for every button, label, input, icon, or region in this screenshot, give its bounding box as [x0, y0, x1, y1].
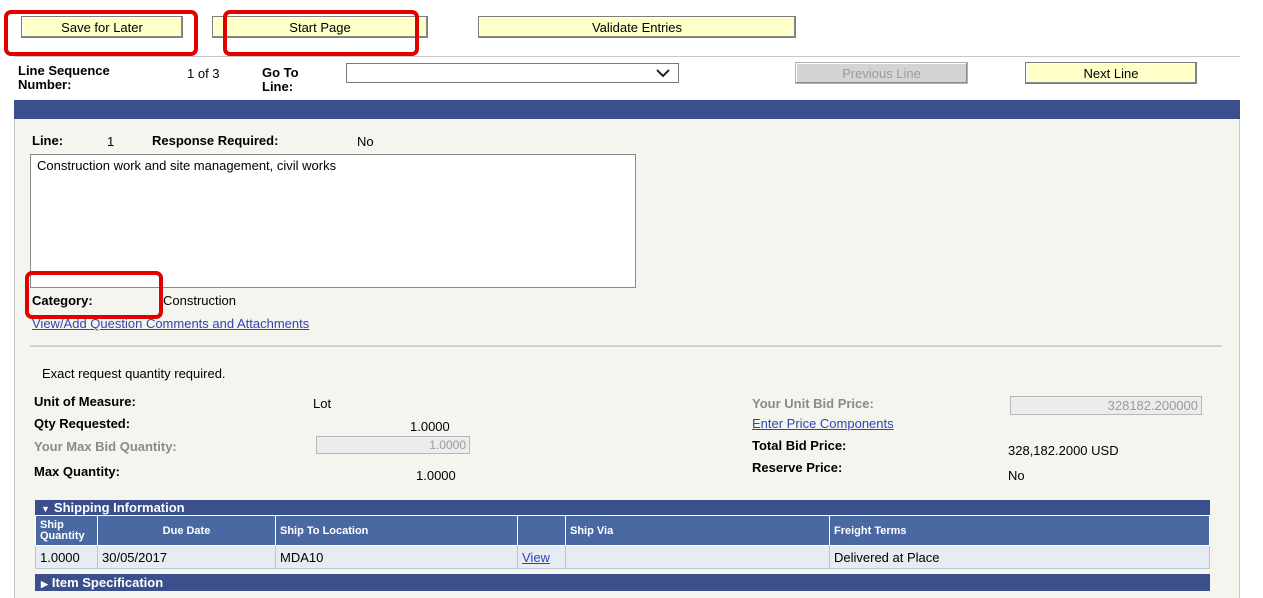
max-bid-quantity-input[interactable]: 1.0000	[316, 436, 470, 454]
goto-line-label: Go To Line:	[262, 65, 299, 94]
item-spec-title: Item Specification	[51, 575, 164, 590]
line-sequence-label: Line Sequence Number:	[18, 63, 110, 92]
response-required-value: No	[357, 134, 374, 149]
toolbar-divider	[14, 56, 1240, 57]
unit-bid-price-input[interactable]: 328182.200000	[1010, 396, 1202, 415]
item-spec-header[interactable]: ▶ Item Specification	[35, 574, 1210, 591]
freight-terms-cell: Delivered at Place	[829, 545, 1210, 569]
view-location-link[interactable]: View	[522, 550, 550, 565]
line-description-textarea[interactable]: Construction work and site management, c…	[30, 154, 636, 288]
column-header: Ship Via	[565, 515, 830, 546]
category-label: Category:	[32, 293, 93, 308]
table-row: 1.0000 30/05/2017 MDA10 View Delivered a…	[35, 545, 1210, 569]
line-header-bar	[14, 100, 1240, 119]
category-value: Construction	[163, 293, 236, 308]
shipping-table: Ship Quantity Due Date Ship To Location …	[35, 515, 1210, 569]
validate-entries-button[interactable]: Validate Entries	[478, 16, 796, 38]
goto-line-select[interactable]	[346, 63, 679, 83]
shipping-info-header[interactable]: ▼ Shipping Information	[35, 500, 1210, 515]
start-page-button[interactable]: Start Page	[212, 16, 428, 38]
enter-price-components-link[interactable]: Enter Price Components	[752, 416, 894, 431]
qty-requested-label: Qty Requested:	[34, 416, 131, 431]
ship-quantity-cell: 1.0000	[35, 545, 98, 569]
unit-bid-price-label: Your Unit Bid Price:	[752, 396, 874, 411]
response-required-label: Response Required:	[152, 133, 279, 148]
expand-triangle-icon: ▶	[41, 579, 48, 589]
total-bid-price-label: Total Bid Price:	[752, 438, 847, 453]
unit-of-measure-value: Lot	[313, 396, 332, 411]
line-label: Line:	[32, 133, 64, 148]
section-divider	[30, 345, 1222, 347]
chevron-down-icon	[656, 69, 670, 78]
column-header: Ship Quantity	[35, 515, 98, 546]
view-link-cell[interactable]: View	[517, 545, 566, 569]
ship-to-location-cell: MDA10	[275, 545, 518, 569]
max-quantity-value: 1.0000	[416, 468, 456, 483]
next-line-button[interactable]: Next Line	[1025, 62, 1197, 84]
column-header: Freight Terms	[829, 515, 1210, 546]
line-number: 1	[107, 134, 115, 149]
reserve-price-value: No	[1008, 468, 1025, 483]
total-bid-price-value: 328,182.2000 USD	[1008, 443, 1119, 458]
column-header: Ship To Location	[275, 515, 518, 546]
line-sequence-value: 1 of 3	[187, 66, 220, 81]
exact-quantity-note: Exact request quantity required.	[42, 366, 226, 381]
column-header: Due Date	[97, 515, 276, 546]
column-header	[517, 515, 566, 546]
max-quantity-label: Max Quantity:	[34, 464, 120, 479]
unit-of-measure-label: Unit of Measure:	[34, 394, 136, 409]
max-bid-quantity-label: Your Max Bid Quantity:	[34, 439, 177, 454]
save-for-later-button[interactable]: Save for Later	[21, 16, 183, 38]
due-date-cell: 30/05/2017	[97, 545, 276, 569]
view-add-comments-link[interactable]: View/Add Question Comments and Attachmen…	[32, 316, 309, 331]
goto-line-value	[347, 66, 351, 80]
previous-line-button[interactable]: Previous Line	[795, 62, 968, 84]
qty-requested-value: 1.0000	[410, 419, 450, 434]
ship-via-cell	[565, 545, 830, 569]
collapse-triangle-icon: ▼	[41, 504, 50, 514]
shipping-info-title: Shipping Information	[53, 500, 185, 515]
reserve-price-label: Reserve Price:	[752, 460, 843, 475]
